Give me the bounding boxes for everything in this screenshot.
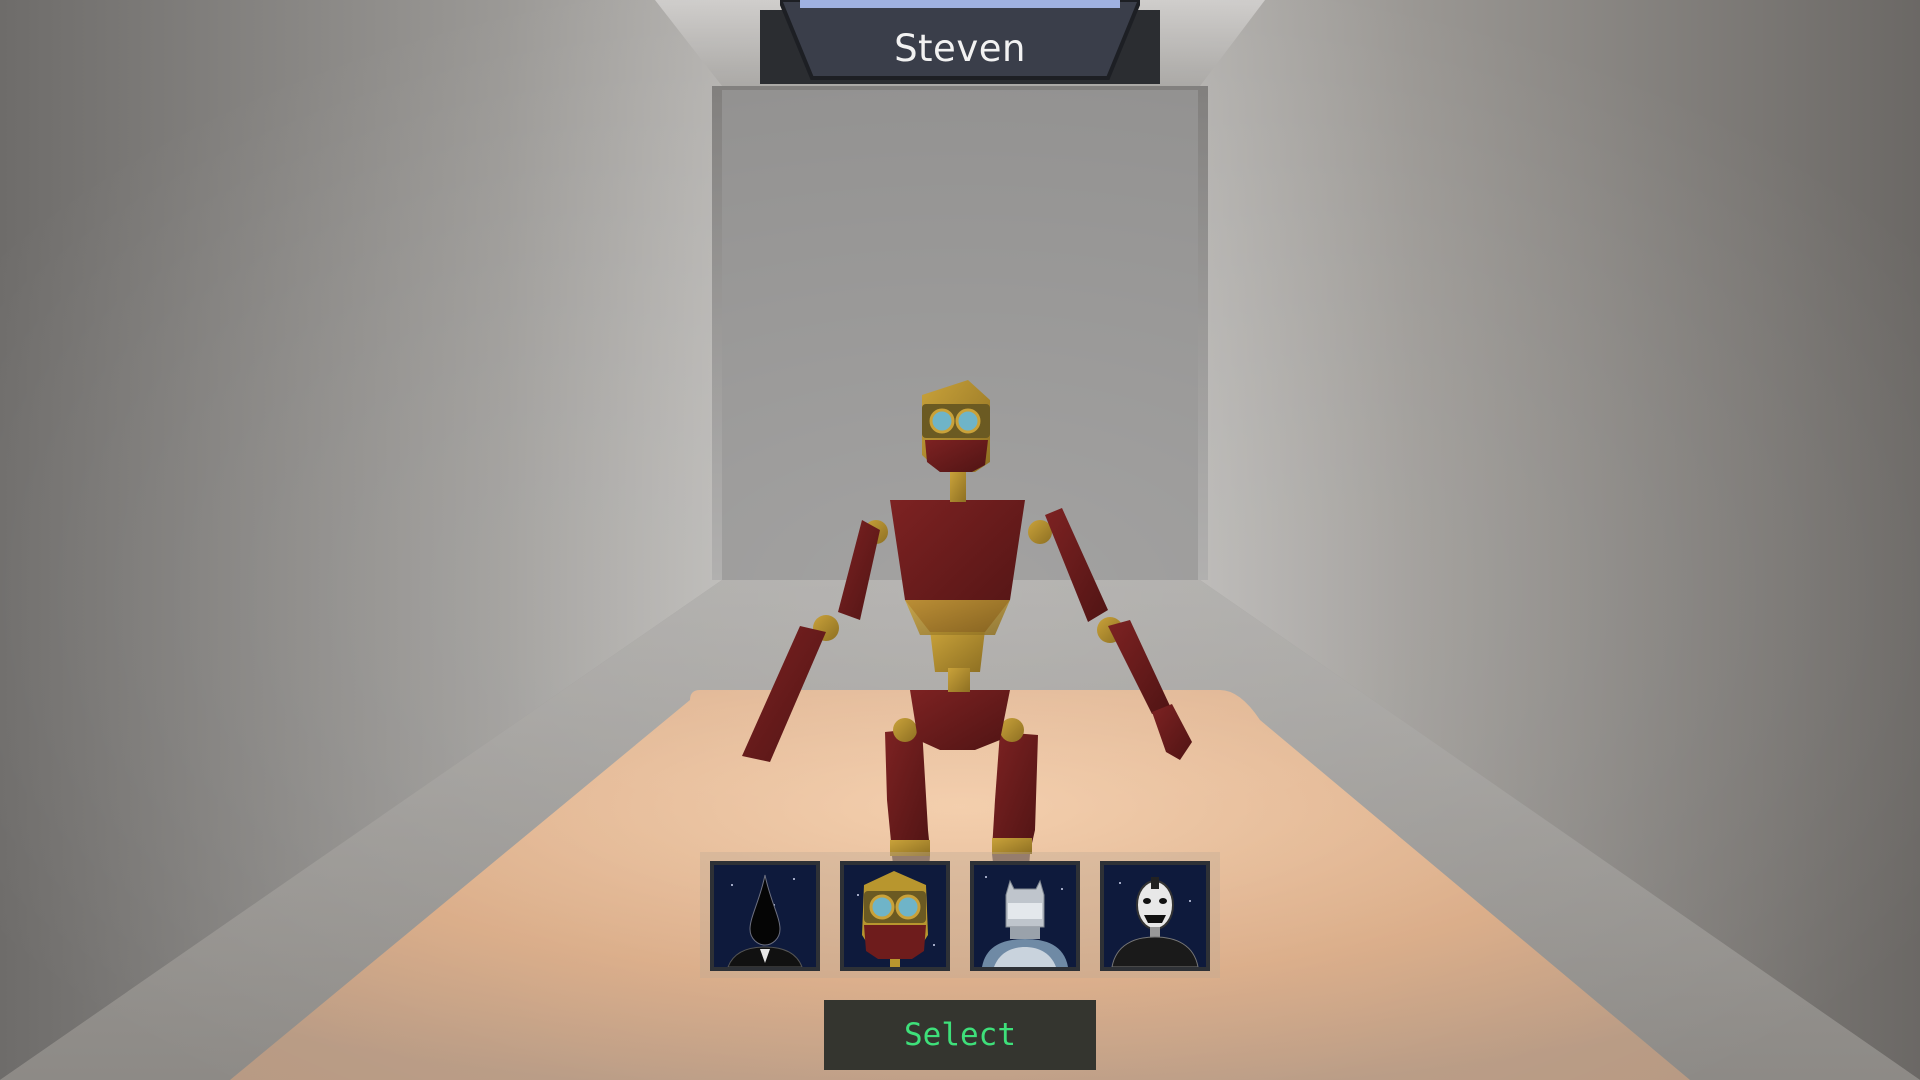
ink-drop-figure-portrait-icon <box>714 865 816 967</box>
roster-slot-white-helmet-bot[interactable] <box>970 861 1080 971</box>
steven-robot-portrait-icon <box>844 865 946 967</box>
select-character-button[interactable]: Select Character <box>824 1000 1096 1070</box>
white-helmet-bot-portrait-icon <box>974 865 1076 967</box>
character-select-screen: Steven Select <box>0 0 1920 1080</box>
character-name: Steven <box>894 27 1026 70</box>
roster-slot-steven-robot[interactable] <box>840 861 950 971</box>
roster-slot-ink-drop-figure[interactable] <box>710 861 820 971</box>
dark-android-portrait-icon <box>1104 865 1206 967</box>
roster-slot-dark-android[interactable] <box>1100 861 1210 971</box>
